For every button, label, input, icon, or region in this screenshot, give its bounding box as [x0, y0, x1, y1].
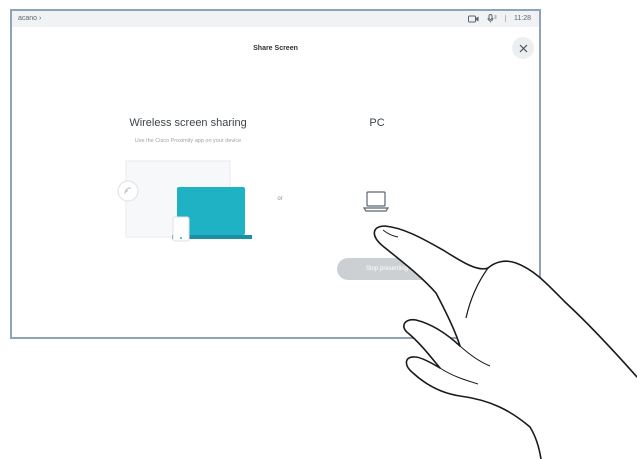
pointing-hand-illustration [373, 225, 637, 459]
